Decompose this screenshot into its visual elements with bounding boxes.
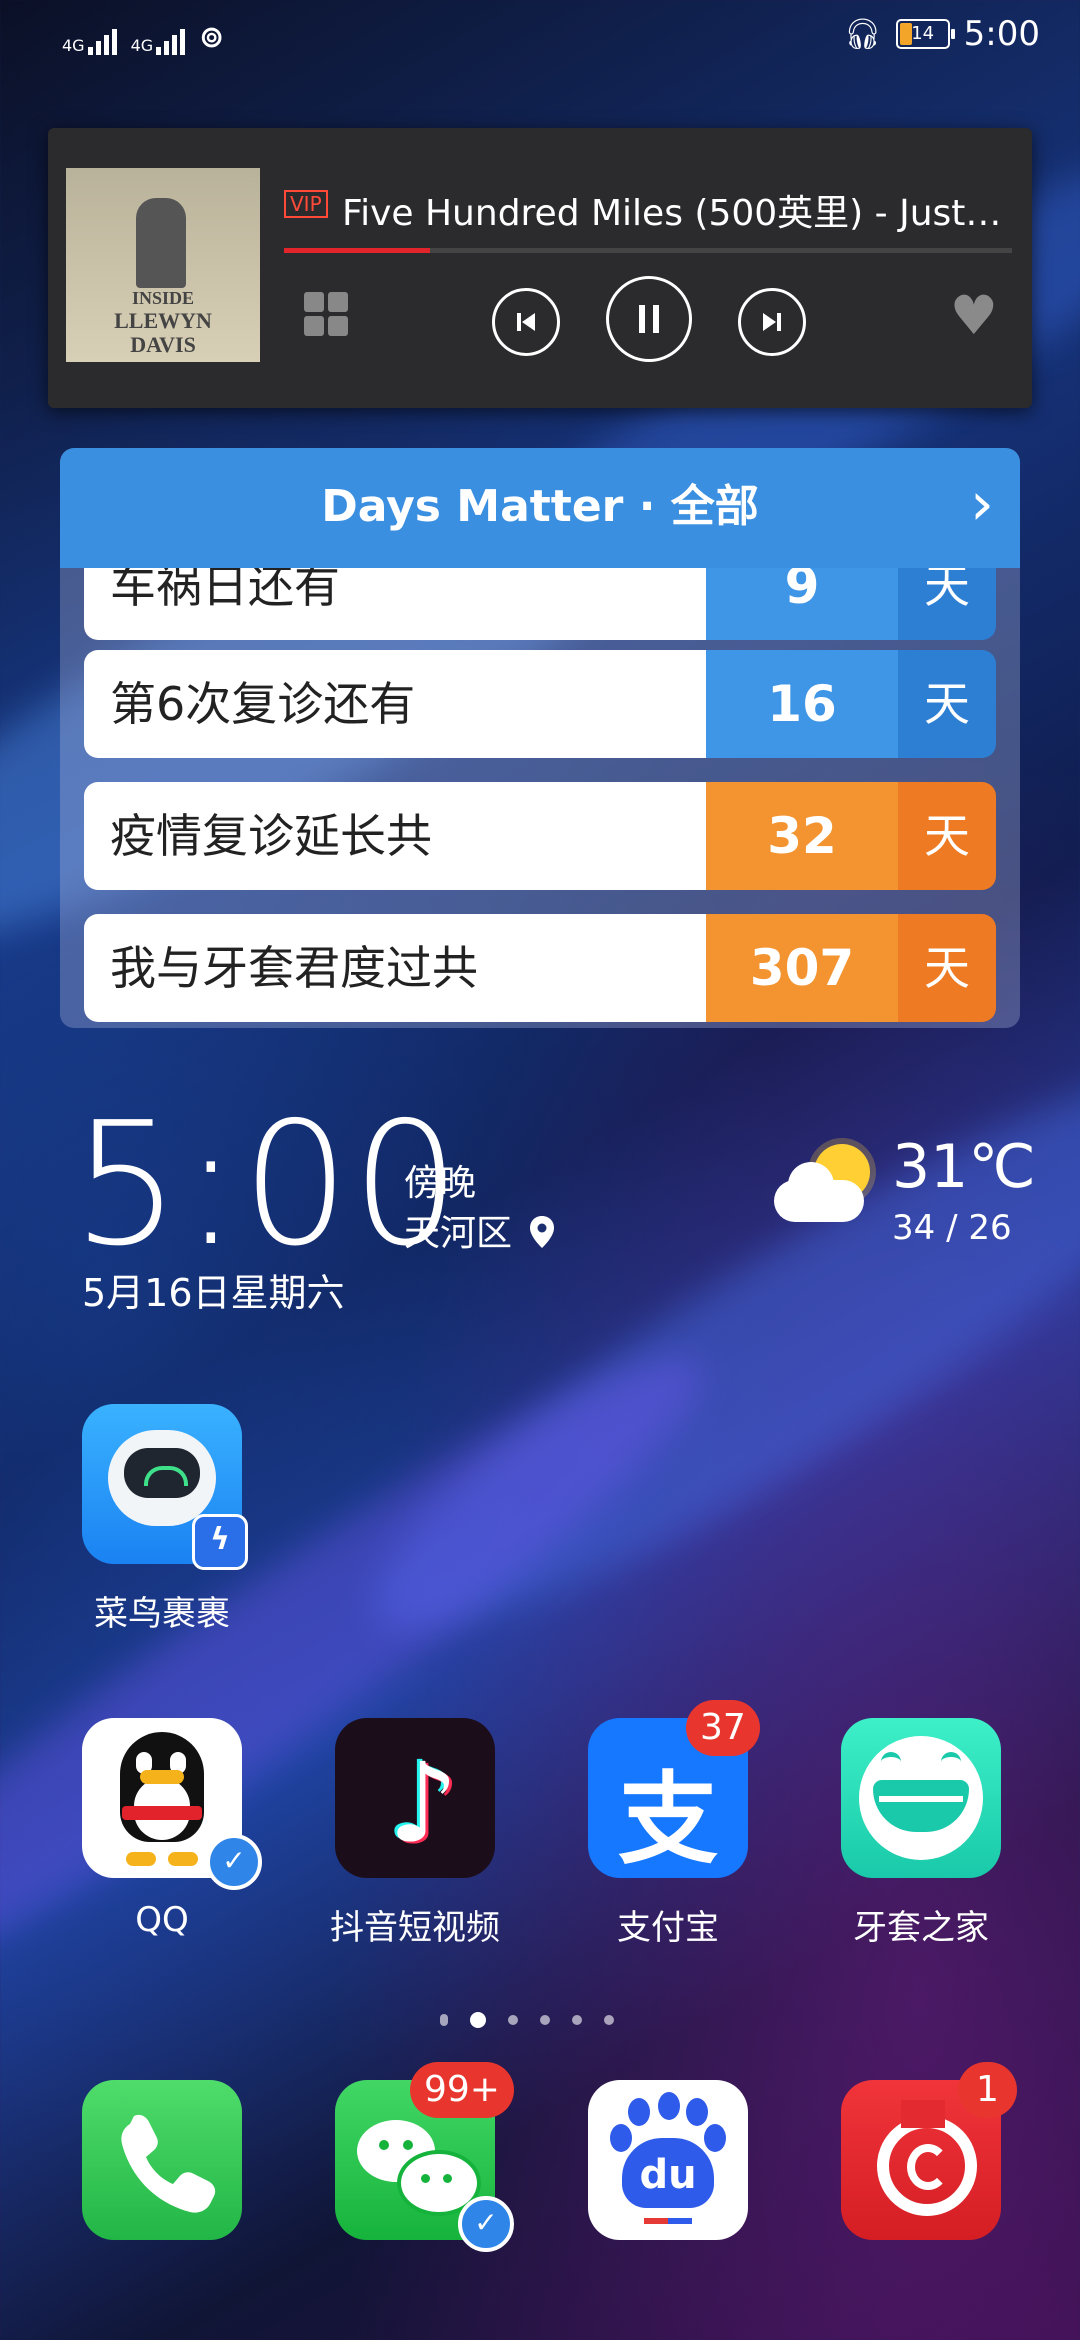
vip-badge: VIP — [284, 190, 328, 218]
weather-icon[interactable] — [774, 1136, 884, 1236]
event-days-unit: 天 — [898, 914, 996, 1022]
status-bar: 4G 4G ⊚ 🎧︎ 14 5:00 — [0, 0, 1080, 72]
douyin-label: 抖音短视频 — [330, 1908, 500, 1948]
pause-button[interactable] — [606, 276, 692, 362]
next-icon — [763, 313, 781, 331]
weather-temp-range: 34 / 26 — [892, 1208, 1012, 1248]
page-dot-active — [470, 2012, 486, 2028]
next-button[interactable] — [738, 288, 806, 356]
douyin-app[interactable]: ♪ ♪ ♪ — [335, 1718, 495, 1878]
status-time: 5:00 — [963, 14, 1040, 54]
progress-bar[interactable] — [284, 248, 1012, 253]
headphone-icon: 🎧︎ — [843, 16, 882, 52]
baidu-app[interactable]: du — [588, 2080, 748, 2240]
verified-badge-icon: ✓ — [206, 1834, 262, 1890]
music-widget[interactable]: INSIDE LLEWYN DAVIS VIP Five Hundred Mil… — [48, 128, 1032, 408]
page-dot — [572, 2015, 582, 2025]
signal-2-icon: 4G — [131, 29, 186, 55]
days-matter-header[interactable]: Days Matter · 全部 › — [60, 448, 1020, 568]
days-matter-title: Days Matter · 全部 — [321, 481, 759, 532]
phone-app[interactable] — [82, 2080, 242, 2240]
clock-date: 5月16日星期六 — [82, 1271, 345, 1315]
page-indicator[interactable] — [440, 2012, 614, 2028]
location-district[interactable]: 天河区 — [404, 1204, 555, 1256]
signal-1-icon: 4G — [62, 29, 117, 55]
yatao-app[interactable] — [841, 1718, 1001, 1878]
event-days-unit: 天 — [898, 650, 996, 758]
previous-icon — [517, 313, 535, 331]
location-pin-icon — [530, 1216, 555, 1248]
wechat-badge: 99+ — [410, 2062, 514, 2118]
page-dot — [508, 2015, 518, 2025]
event-label: 我与牙套君度过共 — [84, 914, 706, 1022]
phone-icon — [121, 2114, 216, 2213]
chevron-right-icon[interactable]: › — [970, 472, 994, 536]
event-days-number: 32 — [706, 782, 898, 890]
netease-notification-icon: ⊚ — [199, 20, 225, 55]
weather-temperature: 31℃ — [892, 1132, 1036, 1202]
days-matter-row[interactable]: 第6次复诊还有 16 天 — [84, 650, 996, 758]
alipay-label: 支付宝 — [617, 1908, 719, 1948]
page-dot — [540, 2015, 550, 2025]
netease-badge: 1 — [958, 2062, 1017, 2118]
search-page-dot — [440, 2014, 448, 2026]
cainiao-label: 菜鸟裹裹 — [94, 1594, 230, 1634]
event-days-unit: 天 — [898, 782, 996, 890]
event-label: 第6次复诊还有 — [84, 650, 706, 758]
album-cover[interactable]: INSIDE LLEWYN DAVIS — [66, 168, 260, 362]
days-matter-row[interactable]: 我与牙套君度过共 307 天 — [84, 914, 996, 1022]
pause-icon — [639, 305, 659, 333]
alipay-badge: 37 — [686, 1700, 760, 1756]
event-days-number: 307 — [706, 914, 898, 1022]
playlist-grid-icon[interactable] — [304, 292, 348, 336]
clock-period: 傍晚 — [404, 1163, 477, 1204]
previous-button[interactable] — [492, 288, 560, 356]
favorite-heart-icon[interactable]: ♥ — [950, 284, 998, 347]
page-dot — [604, 2015, 614, 2025]
yatao-label: 牙套之家 — [853, 1908, 989, 1948]
qq-label: QQ — [135, 1900, 189, 1940]
quick-launch-icon: ϟ — [192, 1514, 248, 1570]
verified-badge-icon: ✓ — [458, 2196, 514, 2252]
event-label: 疫情复诊延长共 — [84, 782, 706, 890]
song-title[interactable]: Five Hundred Miles (500英里) - Just… — [342, 184, 1001, 236]
days-matter-row[interactable]: 疫情复诊延长共 32 天 — [84, 782, 996, 890]
days-matter-widget[interactable]: 车祸日还有 9 天第6次复诊还有 16 天疫情复诊延长共 32 天我与牙套君度过共 307 天 … — [60, 448, 1020, 1028]
battery-icon: 14 — [895, 19, 955, 49]
cainiao-app[interactable]: ϟ — [82, 1404, 248, 1570]
event-days-number: 16 — [706, 650, 898, 758]
